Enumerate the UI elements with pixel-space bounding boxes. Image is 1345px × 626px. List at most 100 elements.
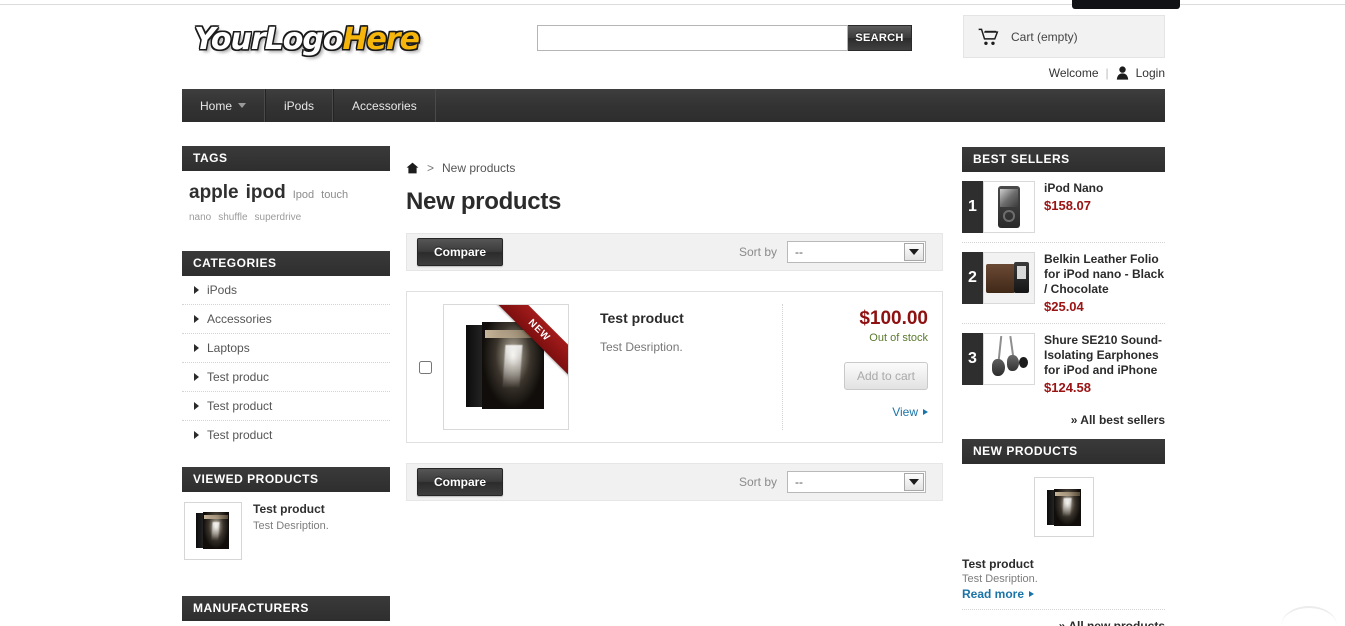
main-navigation: Home iPods Accessories	[182, 89, 1165, 122]
category-item-accessories[interactable]: Accessories	[182, 305, 390, 334]
triangle-right-icon	[194, 373, 199, 381]
logo-text-accent: Here	[342, 22, 420, 57]
best-seller-rank: 1	[962, 181, 983, 233]
tag-ipod[interactable]: ipod	[246, 182, 286, 203]
triangle-right-icon	[194, 344, 199, 352]
login-link[interactable]: Login	[1136, 66, 1165, 80]
best-seller-thumbnail[interactable]	[983, 333, 1035, 385]
product-list: NEW Test product Test Desription. $100.0…	[406, 291, 943, 443]
sort-by-select-bottom[interactable]: --	[787, 471, 926, 493]
all-new-products-link[interactable]: » All new products	[962, 610, 1165, 626]
best-seller-thumbnail[interactable]	[983, 181, 1035, 233]
main-content: > New products New products Compare Sort…	[406, 158, 943, 501]
nav-item-label: iPods	[284, 98, 315, 113]
new-product-thumbnail[interactable]	[1033, 477, 1094, 537]
category-item-ipods[interactable]: iPods	[182, 276, 390, 305]
view-product-link[interactable]: View	[892, 405, 928, 419]
product-box-art	[187, 505, 239, 557]
category-item-test-produc[interactable]: Test produc	[182, 363, 390, 392]
tag-nano[interactable]: nano	[189, 212, 211, 223]
category-item-laptops[interactable]: Laptops	[182, 334, 390, 363]
viewed-product-thumbnail[interactable]	[184, 502, 242, 560]
all-best-sellers-link[interactable]: » All best sellers	[962, 404, 1165, 431]
tag-apple[interactable]: apple	[189, 182, 239, 203]
right-sidebar: BEST SELLERS 1 iPod Nano $158.07 2 Belki…	[962, 147, 1165, 626]
best-seller-name[interactable]: Belkin Leather Folio for iPod nano - Bla…	[1044, 252, 1165, 297]
new-products-block: NEW PRODUCTS Test product Test Desriptio…	[962, 439, 1165, 626]
logo-text-primary: YourLogo	[194, 22, 343, 57]
best-seller-item-1: 1 iPod Nano $158.07	[962, 172, 1165, 243]
triangle-right-icon	[194, 315, 199, 323]
left-sidebar: TAGS apple ipod Ipod touch nano shuffle super…	[182, 146, 390, 626]
compare-button-bottom[interactable]: Compare	[417, 468, 504, 496]
product-info: Test product Test Desription.	[569, 304, 782, 430]
tag-shuffle[interactable]: shuffle	[218, 212, 247, 223]
breadcrumb: > New products	[406, 158, 943, 178]
site-logo[interactable]: YourLogoHere	[194, 22, 420, 57]
breadcrumb-separator: >	[427, 161, 435, 175]
best-seller-price: $124.58	[1044, 380, 1091, 395]
ipod-nano-art	[984, 182, 1034, 232]
best-seller-name[interactable]: Shure SE210 Sound-Isolating Earphones fo…	[1044, 333, 1165, 378]
top-overlay-artifact	[1072, 0, 1180, 9]
read-more-link[interactable]: Read more	[962, 587, 1165, 601]
manufacturers-block-title: MANUFACTURERS	[182, 596, 390, 621]
category-label: Accessories	[207, 312, 272, 326]
tag-superdrive[interactable]: superdrive	[255, 212, 302, 223]
viewed-product-text: Test product Test Desription.	[253, 502, 329, 560]
categories-list: iPods Accessories Laptops Test produc Te…	[182, 276, 390, 449]
sort-by-select-top[interactable]: --	[787, 241, 926, 263]
viewed-product-row: Test product Test Desription.	[182, 492, 390, 574]
nav-item-label: Accessories	[352, 98, 417, 113]
viewed-product-name[interactable]: Test product	[253, 502, 329, 516]
new-product-thumbnail-wrap	[962, 477, 1165, 537]
page-root: YourLogoHere SEARCH Cart (empty) Welcome…	[0, 0, 1345, 626]
page-title: New products	[406, 188, 562, 215]
tag-touch[interactable]: touch	[321, 189, 348, 201]
triangle-right-icon	[923, 409, 928, 415]
sort-by-label: Sort by	[738, 245, 777, 259]
best-seller-thumbnail[interactable]	[983, 252, 1035, 304]
triangle-right-icon	[194, 286, 199, 294]
product-price: $100.00	[859, 308, 928, 329]
home-icon[interactable]	[406, 162, 419, 174]
earphones-art	[984, 334, 1034, 384]
sort-control-top: Sort by --	[739, 241, 926, 263]
best-seller-name[interactable]: iPod Nano	[1044, 181, 1103, 196]
product-compare-checkbox[interactable]	[418, 360, 432, 374]
new-product-name[interactable]: Test product	[962, 557, 1165, 571]
search-button[interactable]: SEARCH	[848, 25, 912, 51]
product-list-item: NEW Test product Test Desription. $100.0…	[407, 292, 942, 442]
compare-button-top[interactable]: Compare	[417, 238, 504, 266]
add-to-cart-button[interactable]: Add to cart	[843, 362, 928, 390]
user-bar: Welcome | Login	[963, 62, 1165, 84]
category-item-test-product-1[interactable]: Test product	[182, 392, 390, 421]
cart-block[interactable]: Cart (empty)	[963, 15, 1165, 58]
toolbar-bottom: Compare Sort by --	[406, 463, 943, 501]
category-label: iPods	[207, 283, 238, 297]
manufacturers-list: Apple Computer, Inc	[182, 621, 390, 626]
search-input[interactable]	[537, 25, 848, 51]
category-item-test-product-2[interactable]: Test product	[182, 421, 390, 449]
belkin-folio-art	[984, 253, 1034, 303]
read-more-label: Read more	[962, 587, 1025, 601]
viewed-products-block-title: VIEWED PRODUCTS	[182, 467, 390, 492]
manufacturer-item-apple[interactable]: Apple Computer, Inc	[182, 621, 390, 626]
sort-by-value: --	[795, 475, 803, 489]
viewed-product-description: Test Desription.	[253, 520, 329, 532]
product-thumbnail[interactable]: NEW	[443, 304, 569, 430]
nav-item-home[interactable]: Home	[182, 89, 266, 122]
sort-by-label: Sort by	[738, 475, 777, 489]
category-label: Test produc	[207, 370, 270, 384]
product-name[interactable]: Test product	[600, 310, 782, 326]
tag-ipod-alt[interactable]: Ipod	[293, 189, 314, 201]
sort-control-bottom: Sort by --	[739, 471, 926, 493]
nav-item-ipods[interactable]: iPods	[265, 89, 334, 122]
best-sellers-block: BEST SELLERS 1 iPod Nano $158.07 2 Belki…	[962, 147, 1165, 431]
breadcrumb-current[interactable]: New products	[442, 161, 515, 175]
triangle-right-icon	[194, 431, 199, 439]
chevron-down-icon	[904, 243, 924, 261]
categories-block: CATEGORIES iPods Accessories Laptops Tes…	[182, 251, 390, 449]
nav-item-accessories[interactable]: Accessories	[333, 89, 436, 122]
product-box-art	[1037, 481, 1092, 535]
